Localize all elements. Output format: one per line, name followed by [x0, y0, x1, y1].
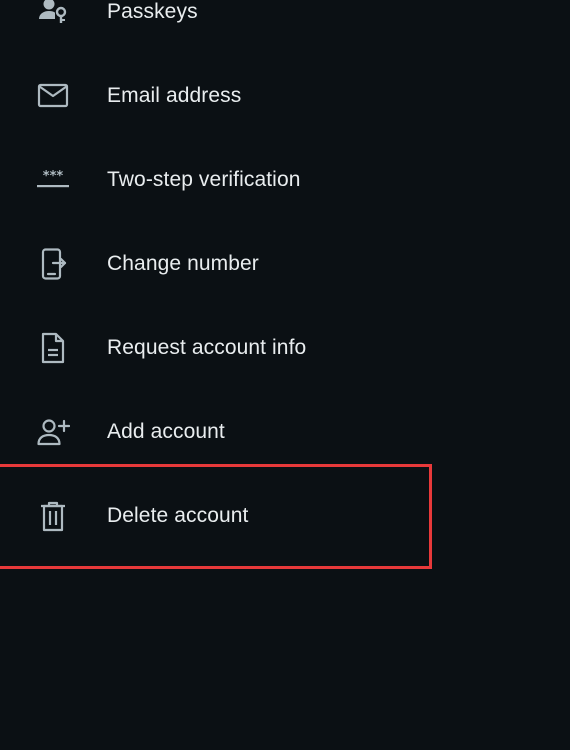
settings-item-label: Add account	[107, 420, 225, 443]
phone-transfer-icon	[36, 247, 70, 281]
settings-item-label: Email address	[107, 84, 242, 107]
svg-text:***: ***	[43, 169, 64, 184]
settings-item-email-address[interactable]: Email address	[0, 54, 570, 138]
settings-item-request-account-info[interactable]: Request account info	[0, 306, 570, 390]
settings-item-passkeys[interactable]: Passkeys	[0, 0, 570, 54]
settings-item-add-account[interactable]: Add account	[0, 390, 570, 474]
document-icon	[36, 331, 70, 365]
settings-item-change-number[interactable]: Change number	[0, 222, 570, 306]
settings-item-label: Request account info	[107, 336, 307, 359]
settings-item-label: Passkeys	[107, 0, 198, 23]
add-person-icon	[36, 415, 70, 449]
settings-item-two-step-verification[interactable]: *** Two-step verification	[0, 138, 570, 222]
settings-item-label: Two-step verification	[107, 168, 301, 191]
settings-item-label: Delete account	[107, 504, 249, 527]
trash-icon	[36, 499, 70, 533]
mail-icon	[36, 79, 70, 113]
asterisks-icon: ***	[36, 163, 70, 197]
settings-item-delete-account[interactable]: Delete account	[0, 474, 570, 558]
settings-item-label: Change number	[107, 252, 259, 275]
passkey-icon	[36, 0, 70, 29]
